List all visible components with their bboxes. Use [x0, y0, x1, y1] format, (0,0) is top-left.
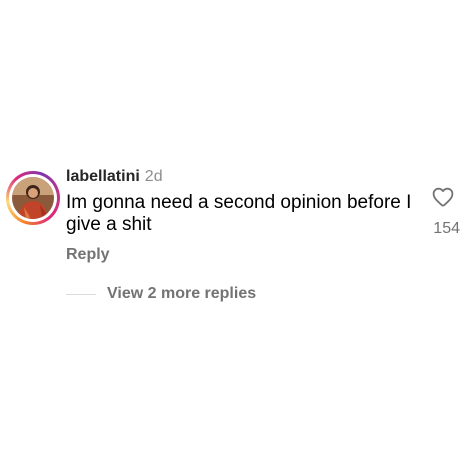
comment-text: Im gonna need a second opinion before I …: [66, 192, 412, 235]
replies-divider: [66, 294, 96, 295]
comment-header: labellatini 2d: [66, 168, 163, 186]
reply-button[interactable]: Reply: [66, 246, 110, 264]
view-more-replies-button[interactable]: View 2 more replies: [107, 285, 256, 303]
heart-icon[interactable]: [431, 185, 455, 209]
avatar-image: [12, 177, 54, 219]
like-count: 154: [433, 220, 460, 237]
avatar-gap: [9, 174, 57, 222]
comment-thread: labellatini 2d Im gonna need a second opi…: [0, 0, 474, 474]
username-link[interactable]: labellatini: [66, 168, 140, 185]
comment-timestamp: 2d: [144, 168, 163, 185]
story-ring[interactable]: [6, 171, 60, 225]
avatar[interactable]: [12, 177, 54, 219]
